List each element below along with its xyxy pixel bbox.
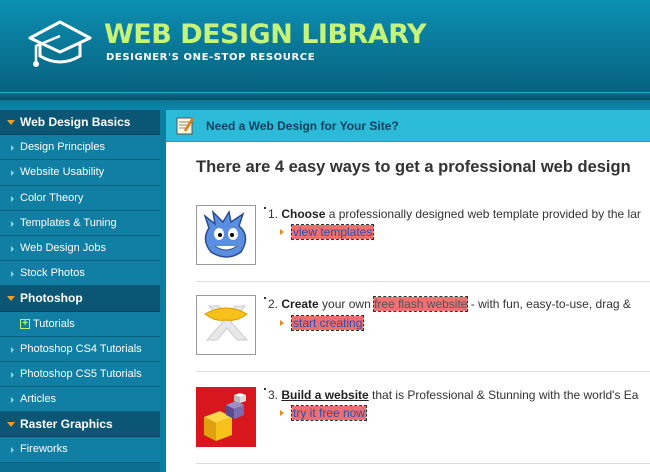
notepad-pencil-icon	[176, 117, 195, 135]
sidebar-item-label: Photoshop CS4 Tutorials	[20, 342, 142, 355]
step-lead: Choose	[281, 207, 326, 221]
content-banner: Need a Web Design for Your Site?	[166, 110, 650, 142]
chevron-down-icon	[7, 296, 15, 302]
sidebar-item-label: Fireworks	[20, 443, 68, 456]
sidebar-item-label: Templates & Tuning	[20, 216, 117, 229]
arrow-right-icon	[11, 371, 14, 378]
step-1-thumbnail[interactable]	[196, 205, 256, 265]
step-number: 1.	[268, 207, 279, 221]
step-2-cta: start creating	[280, 315, 365, 331]
sidebar-head-label: Web Design Basics	[20, 115, 131, 129]
step-3-cta: try it free now	[280, 405, 368, 421]
graduation-cap-icon[interactable]	[24, 16, 96, 72]
step-3-thumbnail[interactable]	[196, 387, 256, 447]
site-title[interactable]: WEB DESIGN LIBRARY	[104, 19, 427, 51]
start-creating-link[interactable]: start creating	[290, 315, 365, 331]
arrow-right-icon	[11, 346, 14, 353]
step-2-thumbnail[interactable]	[196, 295, 256, 355]
arrow-right-icon	[280, 410, 284, 416]
sidebar-item-label: Tutorials	[33, 317, 75, 330]
sidebar-item-articles[interactable]: Articles	[0, 387, 160, 413]
step-1-text: 1. Choose a professionally designed web …	[264, 207, 641, 221]
sidebar-item-photoshop-cs4[interactable]: Photoshop CS4 Tutorials	[0, 336, 160, 362]
arrow-right-icon	[11, 447, 14, 454]
sidebar-item-tutorials[interactable]: + Tutorials	[0, 311, 160, 337]
site-tagline: DESIGNER'S ONE-STOP RESOURCE	[106, 52, 316, 63]
sidebar-head-photoshop[interactable]: Photoshop	[0, 286, 160, 312]
sidebar-item-label: Photoshop CS5 Tutorials	[20, 367, 142, 380]
step-description: that is Professional & Stunning with the…	[368, 388, 639, 402]
site-header: WEB DESIGN LIBRARY DESIGNER'S ONE-STOP R…	[0, 0, 650, 100]
step-lead: Create	[281, 297, 319, 311]
divider	[196, 463, 650, 464]
sidebar-item-stock-photos[interactable]: Stock Photos	[0, 261, 160, 287]
step-description: a professionally designed web template p…	[325, 207, 641, 221]
arrow-right-icon	[11, 170, 14, 177]
arrow-right-icon	[11, 397, 14, 404]
step-3-text: 3. Build a website that is Professional …	[264, 388, 638, 402]
arrow-right-icon	[11, 145, 14, 152]
sidebar-item-color-theory[interactable]: Color Theory	[0, 185, 160, 211]
sidebar-head-label: Raster Graphics	[20, 417, 113, 432]
sidebar-head-label: Photoshop	[20, 291, 83, 306]
bullet-dot	[264, 388, 266, 390]
bullet-dot	[264, 297, 266, 299]
arrow-right-icon	[11, 220, 14, 227]
try-it-free-link[interactable]: try it free now	[290, 405, 368, 421]
bullet-dot	[264, 207, 266, 209]
sidebar-item-label: Web Design Jobs	[20, 241, 107, 254]
banner-title: Need a Web Design for Your Site?	[206, 119, 399, 133]
view-templates-link[interactable]: view templates	[290, 224, 375, 240]
sidebar-item-label: Articles	[20, 393, 57, 406]
arrow-right-icon	[280, 229, 284, 235]
arrow-right-icon	[11, 245, 14, 252]
sidebar-item-web-design-jobs[interactable]: Web Design Jobs	[0, 235, 160, 262]
sidebar-head-web-design-basics[interactable]: Web Design Basics	[0, 110, 160, 136]
step-1-cta: view templates	[280, 224, 375, 240]
step-number: 3.	[268, 388, 279, 402]
chevron-down-icon	[7, 120, 15, 125]
sidebar-item-website-usability[interactable]: Website Usability	[0, 160, 160, 186]
step-2-text: 2. Create your own free flash website - …	[264, 296, 631, 312]
sidebar-item-design-principles[interactable]: Design Principles	[0, 135, 160, 161]
step-description: - with fun, easy-to-use, drag &	[467, 297, 631, 311]
sidebar-item-fireworks[interactable]: Fireworks	[0, 437, 160, 463]
arrow-right-icon	[11, 195, 14, 202]
blue-monster-icon	[203, 209, 247, 258]
sidebar-item-label: Website Usability	[20, 166, 105, 179]
step-description: your own	[318, 297, 375, 311]
header-stripe	[0, 92, 650, 100]
sidebar-item-templates-tuning[interactable]: Templates & Tuning	[0, 210, 160, 236]
header-gap	[0, 100, 650, 110]
build-website-link[interactable]: Build a website	[281, 388, 368, 402]
3d-cubes-icon	[196, 387, 256, 447]
sidebar-head-raster-graphics[interactable]: Raster Graphics	[0, 412, 160, 438]
sidebar-item-label: Color Theory	[20, 191, 84, 204]
free-flash-website-link[interactable]: free flash website	[373, 296, 469, 312]
sidebar: Web Design Basics Design Principles Webs…	[0, 110, 166, 472]
expand-plus-icon[interactable]: +	[20, 318, 30, 329]
chevron-down-icon	[7, 422, 15, 428]
sidebar-item-photoshop-cs5[interactable]: Photoshop CS5 Tutorials	[0, 361, 160, 388]
step-number: 2.	[268, 297, 279, 311]
arrow-right-icon	[280, 320, 284, 326]
sidebar-item-label: Design Principles	[20, 141, 105, 154]
arrow-right-icon	[11, 271, 14, 278]
page-heading: There are 4 easy ways to get a professio…	[196, 158, 631, 176]
divider	[196, 371, 650, 372]
wix-logo-icon	[204, 305, 249, 341]
main-content: There are 4 easy ways to get a professio…	[166, 143, 650, 472]
divider	[196, 281, 650, 282]
sidebar-item-label: Stock Photos	[20, 267, 85, 280]
